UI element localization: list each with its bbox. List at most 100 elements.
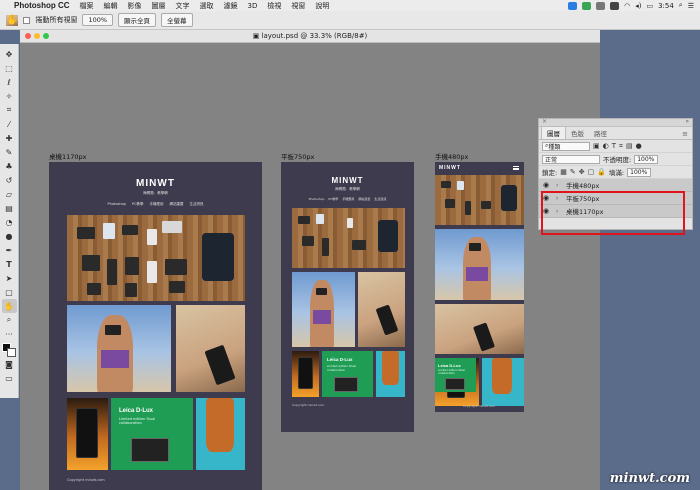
artboard-label-desktop[interactable]: 桌機1170px [49,151,87,161]
footer-copyright: Copyright minwt.com [67,478,105,482]
menu-window[interactable]: 視窗 [291,1,305,11]
pixel-filter-icon[interactable]: ▣ [593,142,600,151]
clock[interactable]: 3:54 [658,2,674,10]
smart-object-filter-icon[interactable]: ▤ [626,142,633,151]
artboard-label-mobile[interactable]: 手機480px [435,151,468,161]
menu-filter[interactable]: 濾鏡 [224,1,238,11]
nav-item[interactable]: 網站建置 [169,202,183,207]
volume-icon[interactable]: ◂) [635,2,641,10]
marquee-tool-icon[interactable]: ⬚ [2,61,17,75]
brush-tool-icon[interactable]: ✎ [2,145,17,159]
filter-toggle-icon[interactable]: ● [636,142,642,151]
expand-arrow-icon[interactable]: › [556,182,562,189]
panel-menu-icon[interactable]: ≡ [682,130,688,138]
evernote-icon[interactable] [582,1,592,10]
cloud-icon[interactable] [568,1,578,10]
zoom-tool-icon[interactable]: ⌕ [2,313,17,327]
menu-help[interactable]: 說明 [315,1,329,11]
scroll-all-checkbox[interactable] [23,16,31,24]
shape-tool-icon[interactable]: ▢ [2,285,17,299]
nav-item[interactable]: PC教學 [328,197,338,201]
hamburger-menu-icon[interactable] [513,166,519,170]
canvas[interactable]: 桌機1170px MINWT 梅問題．教學網 Photoshop PC教學 手機… [20,43,600,490]
menu-layer[interactable]: 圖層 [152,1,166,11]
move-tool-icon[interactable]: ✥ [2,47,17,61]
photo-hand-phone [435,304,524,354]
fill-screen-button[interactable]: 全螢幕 [161,13,193,27]
artboard-label-tablet[interactable]: 平板750px [281,151,314,161]
menu-edit[interactable]: 編輯 [104,1,118,11]
artboard-desktop[interactable]: MINWT 梅問題．教學網 Photoshop PC教學 手機應用 網站建置 生… [49,162,262,490]
artboard-tablet[interactable]: MINWT 梅問題．教學網 Photoshop PC教學 手機應用 網站建置 生… [281,162,414,432]
nav-item[interactable]: PC教學 [132,202,144,207]
type-tool-icon[interactable]: T [2,257,17,271]
lasso-tool-icon[interactable]: ℓ [2,75,17,89]
lock-pixels-icon[interactable]: ✎ [570,168,576,176]
close-icon[interactable] [25,33,31,39]
lock-artboard-icon[interactable]: ▢ [588,168,595,176]
battery-icon[interactable]: ▭ [646,2,653,10]
healing-brush-tool-icon[interactable]: ✚ [2,131,17,145]
hand-tool-icon[interactable]: ✋ [6,14,19,26]
color-swatches[interactable] [2,343,16,357]
crop-tool-icon[interactable]: ⌗ [2,103,17,117]
more-tools-icon[interactable]: ··· [2,327,17,341]
visibility-eye-icon[interactable]: ◉ [543,181,552,189]
tray-icon[interactable] [610,1,620,10]
blur-tool-icon[interactable]: ◔ [2,215,17,229]
maximize-icon[interactable] [43,33,49,39]
opacity-input[interactable]: 100% [634,154,659,164]
app-menu[interactable]: Photoshop CC [14,1,70,10]
document-tab[interactable]: ▣ layout.psd @ 33.3% (RGB/8#) [20,30,600,43]
minimize-icon[interactable] [34,33,40,39]
nav-item[interactable]: Photoshop [309,197,325,201]
blend-mode-select[interactable]: 正常 [542,154,600,164]
adjustment-filter-icon[interactable]: ◐ [603,142,609,151]
lock-all-icon[interactable]: 🔒 [597,168,606,176]
notification-icon[interactable]: ☰ [688,2,694,10]
dodge-tool-icon[interactable]: ● [2,229,17,243]
tab-channels[interactable]: 色版 [566,127,589,139]
eraser-tool-icon[interactable]: ▱ [2,187,17,201]
zoom-100-button[interactable]: 100% [82,14,114,26]
tab-layers[interactable]: 圖層 [541,126,566,139]
menu-3d[interactable]: 3D [248,2,258,10]
lock-transparent-icon[interactable]: ▦ [560,168,567,176]
magic-wand-tool-icon[interactable]: ✧ [2,89,17,103]
menu-select[interactable]: 選取 [200,1,214,11]
grid-icon[interactable] [596,1,606,10]
history-brush-tool-icon[interactable]: ↺ [2,173,17,187]
eyedropper-tool-icon[interactable]: ⁄ [2,117,17,131]
clone-stamp-tool-icon[interactable]: ♣ [2,159,17,173]
nav-item[interactable]: Photoshop [108,202,126,207]
type-filter-icon[interactable]: T [612,142,616,151]
screen-mode-icon[interactable]: ▭ [2,371,17,385]
lock-position-icon[interactable]: ✥ [579,168,585,176]
nav-item[interactable]: 生活資訊 [374,197,386,201]
pen-tool-icon[interactable]: ✒ [2,243,17,257]
nav-item[interactable]: 網站建置 [358,197,370,201]
nav-item[interactable]: 生活資訊 [189,202,203,207]
wifi-icon[interactable]: ◠ [624,2,630,10]
background-color[interactable] [7,348,16,357]
menu-view[interactable]: 檢視 [267,1,281,11]
nav-item[interactable]: 手機應用 [342,197,354,201]
hand-tool-button-icon[interactable]: ✋ [1,299,17,313]
fill-input[interactable]: 100% [627,167,652,177]
shape-filter-icon[interactable]: ⌗ [619,142,623,151]
menu-file[interactable]: 檔案 [80,1,94,11]
fit-screen-button[interactable]: 顯示全頁 [118,13,157,27]
menu-type[interactable]: 文字 [176,1,190,11]
menu-image[interactable]: 影像 [128,1,142,11]
nav-item[interactable]: 手機應用 [149,202,163,207]
photo-gear-flatlay [292,208,405,268]
quick-mask-icon[interactable]: ◙ [2,357,17,371]
filter-select[interactable]: ⌕ 種類 [542,141,590,151]
panel-tabs: 圖層 色版 路徑 ≡ [539,126,692,140]
gradient-tool-icon[interactable]: ▤ [2,201,17,215]
tab-paths[interactable]: 路徑 [589,127,612,139]
collapse-icon[interactable]: » [685,118,689,125]
search-icon[interactable]: ⌕ [679,1,683,10]
close-icon[interactable]: × [542,118,547,125]
path-selection-tool-icon[interactable]: ➤ [2,271,17,285]
